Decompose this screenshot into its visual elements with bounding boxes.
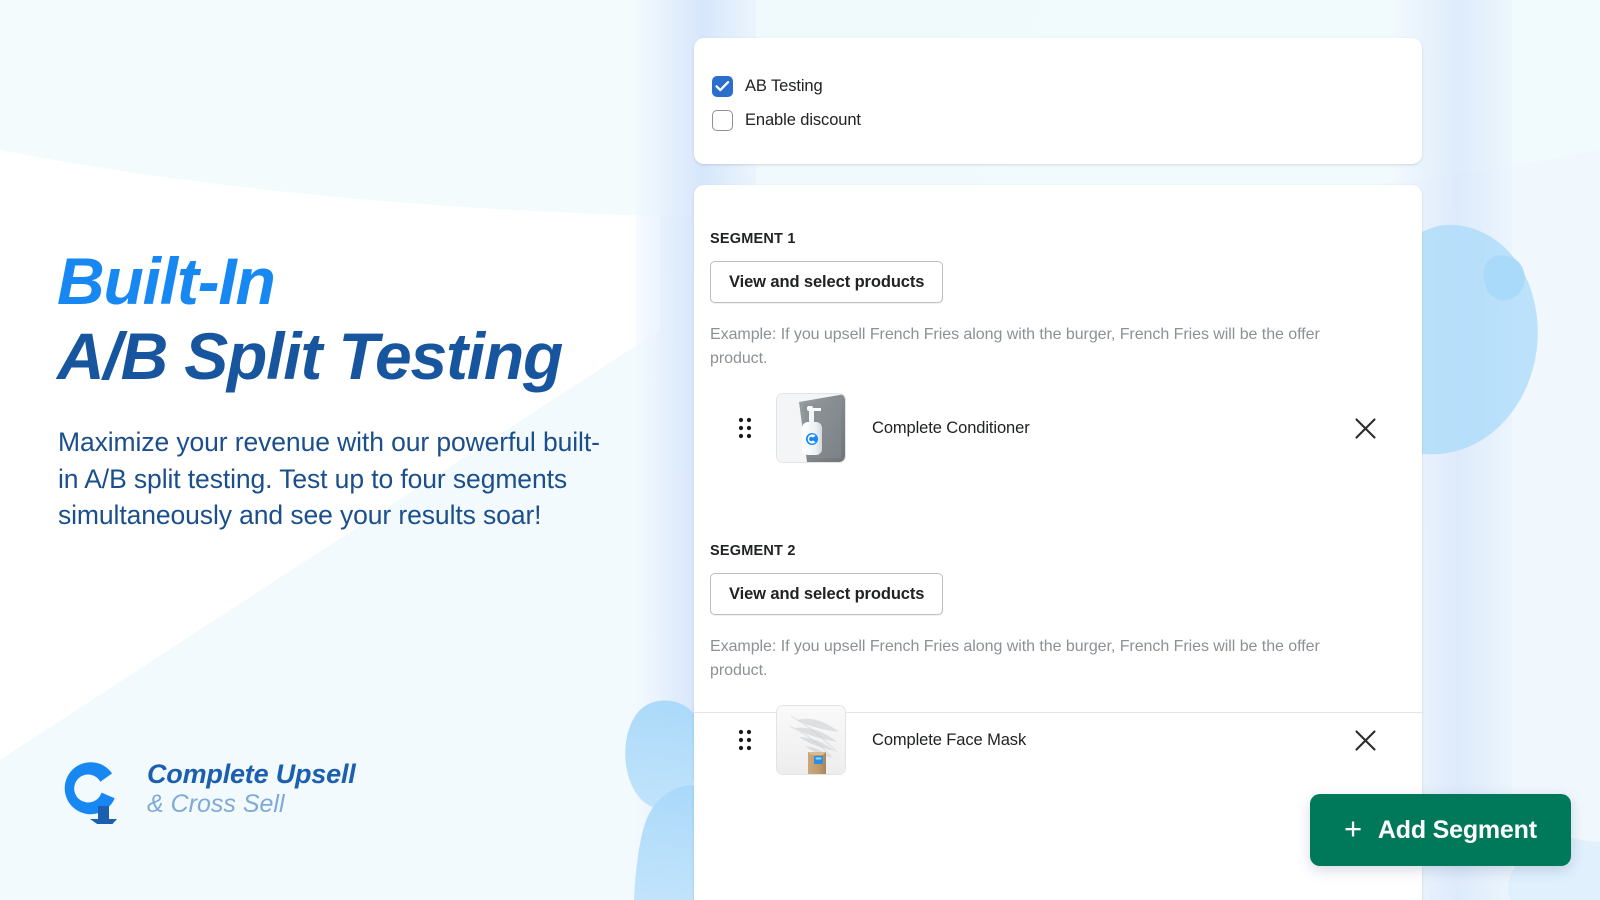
segment-1-remove-product-close-icon[interactable] bbox=[1348, 411, 1382, 445]
plus-icon: + bbox=[1344, 811, 1362, 846]
face-mask-box-thumbnail bbox=[776, 705, 846, 775]
ab-testing-checkbox[interactable] bbox=[712, 76, 733, 97]
settings-card: AB Testing Enable discount bbox=[694, 38, 1422, 164]
add-segment-label: Add Segment bbox=[1377, 815, 1537, 844]
segment-2-label: SEGMENT 2 bbox=[710, 543, 796, 559]
segment-1-product-name: Complete Conditioner bbox=[872, 418, 1030, 437]
drag-handle-icon[interactable] bbox=[732, 727, 758, 753]
app-ui-mockup: AB Testing Enable discount SEGMENT 1 Vie… bbox=[0, 0, 1600, 900]
segment-2-select-products-button[interactable]: View and select products bbox=[710, 573, 944, 615]
segment-2-product-row: Complete Face Mask bbox=[710, 697, 1406, 783]
checkbox-row-ab-testing[interactable]: AB Testing bbox=[712, 76, 823, 97]
segments-card: SEGMENT 1 View and select products Examp… bbox=[694, 185, 1422, 900]
segment-1-select-products-button[interactable]: View and select products bbox=[710, 261, 944, 303]
conditioner-bottle-thumbnail bbox=[776, 393, 846, 463]
enable-discount-checkbox[interactable] bbox=[712, 110, 733, 131]
segment-1-label: SEGMENT 1 bbox=[710, 231, 796, 247]
drag-handle-icon[interactable] bbox=[732, 415, 758, 441]
segment-1-example-text: Example: If you upsell French Fries alon… bbox=[710, 326, 1320, 367]
add-segment-button[interactable]: + Add Segment bbox=[1310, 794, 1571, 866]
checkbox-row-enable-discount[interactable]: Enable discount bbox=[712, 110, 861, 131]
segment-2-example-text: Example: If you upsell French Fries alon… bbox=[710, 638, 1320, 679]
ab-testing-label: AB Testing bbox=[745, 77, 823, 95]
segment-1-product-row: Complete Conditioner bbox=[710, 385, 1406, 471]
segment-2-product-name: Complete Face Mask bbox=[872, 730, 1027, 749]
enable-discount-label: Enable discount bbox=[745, 111, 861, 129]
segment-2-remove-product-close-icon[interactable] bbox=[1348, 723, 1382, 757]
